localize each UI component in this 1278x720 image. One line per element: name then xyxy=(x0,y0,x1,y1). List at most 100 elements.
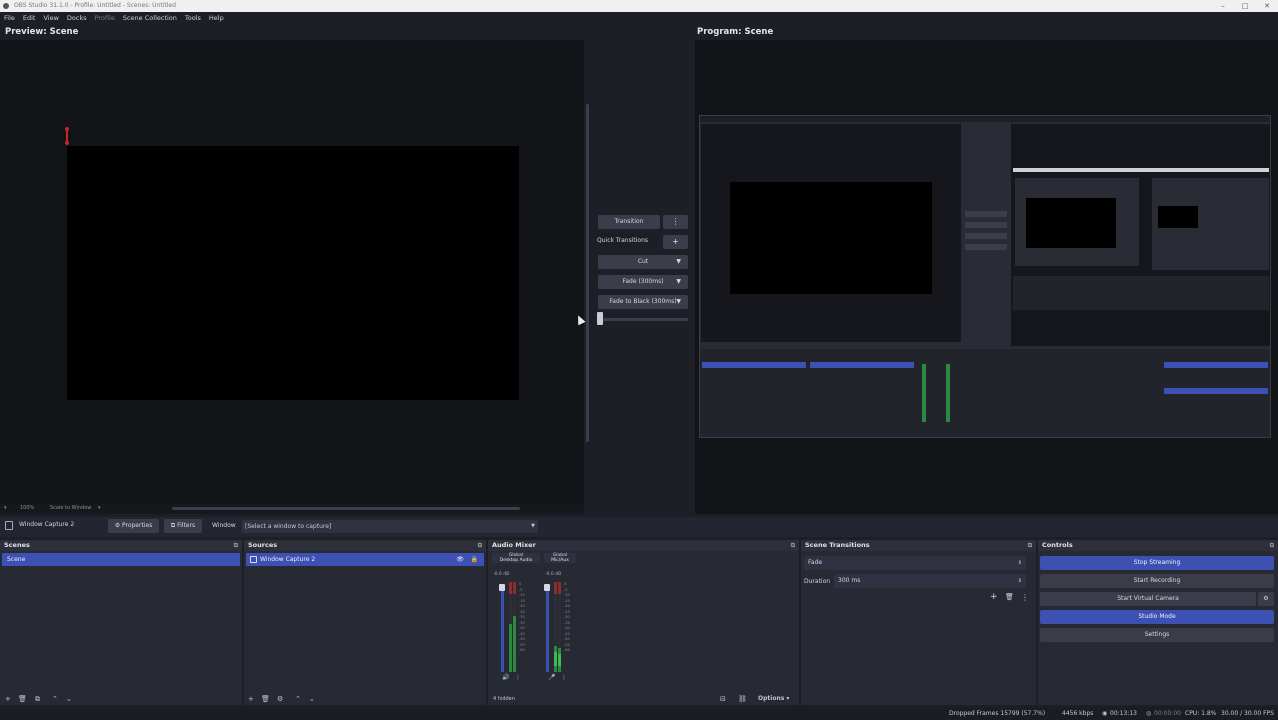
window-title-bar: OBS Studio 31.1.0 - Profile: Untitled - … xyxy=(0,0,1278,12)
spin-icon: ⇕ xyxy=(1017,578,1022,584)
stream-time: 00:13:13 xyxy=(1110,710,1137,717)
start-virtual-camera-button[interactable]: Start Virtual Camera xyxy=(1040,592,1256,606)
speaker-icon[interactable]: 🔊 xyxy=(502,674,509,681)
preview-title: Preview: Scene xyxy=(5,27,79,37)
undock-icon[interactable]: ⧉ xyxy=(478,540,482,551)
channel-name[interactable]: Desktop Audio xyxy=(492,558,540,563)
source-item[interactable]: Window Capture 2 👁 🔒 xyxy=(246,553,484,566)
add-quick-transition-icon[interactable]: + xyxy=(663,235,688,249)
scene-item[interactable]: Scene xyxy=(2,553,240,566)
remove-source-icon[interactable]: 🗑 xyxy=(261,693,270,705)
fps: 30.00 / 30.00 FPS xyxy=(1221,710,1274,717)
visibility-eye-icon[interactable]: 👁 xyxy=(456,553,464,566)
minimize-icon[interactable]: – xyxy=(1212,0,1234,12)
close-icon[interactable]: ✕ xyxy=(1256,0,1278,12)
volume-fader-knob[interactable] xyxy=(499,584,505,591)
move-down-icon[interactable]: ⌄ xyxy=(66,693,72,705)
sources-footer: + 🗑 ⚙ ⌃ ⌄ xyxy=(244,693,486,705)
menu-tools[interactable]: Tools xyxy=(181,12,205,24)
volume-fader-knob[interactable] xyxy=(544,584,550,591)
undock-icon[interactable]: ⧉ xyxy=(234,540,238,551)
sources-dock-header: Sources ⧉ xyxy=(244,540,486,551)
cpu-usage: CPU: 1.8% xyxy=(1185,710,1217,717)
transition-select[interactable]: Fade ⇕ xyxy=(804,556,1026,570)
channel-db: -0.0 dB xyxy=(545,572,562,577)
menu-view[interactable]: View xyxy=(39,12,62,24)
menu-edit[interactable]: Edit xyxy=(19,12,40,24)
undock-icon[interactable]: ⧉ xyxy=(791,540,795,551)
window-capture-icon xyxy=(250,556,257,563)
audio-mixer-dock: Audio Mixer ⧉ Global Desktop Audio -0.0 d… xyxy=(488,540,799,705)
zoom-mode-caret-icon[interactable]: ▾ xyxy=(98,505,101,511)
audio-mixer-header: Audio Mixer ⧉ xyxy=(488,540,799,551)
preview-horizontal-scrollbar[interactable] xyxy=(172,507,520,510)
channel-menu-icon[interactable]: ⋮ xyxy=(515,674,521,681)
window-label: Window xyxy=(212,522,236,529)
mixer-link-icon[interactable]: ⛓ xyxy=(738,693,747,705)
level-meter xyxy=(558,582,561,672)
move-down-icon[interactable]: ⌄ xyxy=(309,693,315,705)
virtual-camera-settings-icon[interactable]: ⚙ xyxy=(1258,592,1274,606)
caret-down-icon: ▼ xyxy=(676,298,681,305)
maximize-icon[interactable]: □ xyxy=(1234,0,1256,12)
scene-filters-icon[interactable]: ⧉ xyxy=(35,693,40,705)
bitrate: 4456 kbps xyxy=(1062,710,1094,717)
zoom-level[interactable]: 100% xyxy=(20,505,34,511)
menu-docks[interactable]: Docks xyxy=(63,12,91,24)
spin-icon: ⇕ xyxy=(1017,560,1022,566)
add-transition-icon[interactable]: + xyxy=(990,592,998,602)
window-capture-icon xyxy=(5,521,13,530)
controls-header: Controls ⧉ xyxy=(1038,540,1278,551)
remove-transition-icon[interactable]: 🗑 xyxy=(1005,593,1014,601)
zoom-mode[interactable]: Scale to Window xyxy=(50,505,91,511)
zoom-down-icon[interactable]: ▾ xyxy=(4,505,7,511)
undock-icon[interactable]: ⧉ xyxy=(1028,540,1032,551)
studio-mode-button[interactable]: Studio Mode xyxy=(1040,610,1274,624)
menu-profile[interactable]: Profile xyxy=(91,12,119,24)
gear-icon: ⚙ xyxy=(114,522,122,529)
hidden-count: 4 hidden xyxy=(493,696,515,702)
add-scene-icon[interactable]: + xyxy=(5,693,11,705)
channel-menu-icon[interactable]: ⋮ xyxy=(561,674,567,681)
channel-name[interactable]: Mic/Aux xyxy=(544,558,576,563)
transform-handle[interactable] xyxy=(65,127,69,145)
preview-vertical-scrollbar[interactable] xyxy=(586,104,589,442)
properties-button[interactable]: ⚙ Properties xyxy=(108,519,159,533)
start-recording-button[interactable]: Start Recording xyxy=(1040,574,1274,588)
quick-transition-cut[interactable]: Cut ▼ xyxy=(598,255,688,269)
transition-button[interactable]: Transition xyxy=(598,215,660,229)
meter-scale: 0 -5 -10 -15 -20 -25 -30 -35 -40 -45 -50 -55 -60 xyxy=(564,582,570,652)
window-select[interactable]: [Select a window to capture] ▼ xyxy=(242,520,538,533)
scene-transitions-dock: Scene Transitions ⧉ Fade ⇕ Duration 300 ms… xyxy=(801,540,1036,705)
add-source-icon[interactable]: + xyxy=(248,693,254,705)
quick-transition-fade-to-black[interactable]: Fade to Black (300ms) ▼ xyxy=(598,295,688,309)
duration-input[interactable]: 300 ms ⇕ xyxy=(834,574,1026,588)
menu-scene-collection[interactable]: Scene Collection xyxy=(119,12,181,24)
volume-fader-track[interactable] xyxy=(501,584,504,672)
settings-button[interactable]: Settings xyxy=(1040,628,1274,642)
t-bar-handle[interactable] xyxy=(597,312,603,325)
transition-properties-icon[interactable]: ⋮ xyxy=(1021,593,1029,602)
move-up-icon[interactable]: ⌃ xyxy=(52,693,58,705)
stop-streaming-button[interactable]: Stop Streaming xyxy=(1040,556,1274,570)
undock-icon[interactable]: ⧉ xyxy=(1270,540,1274,551)
scene-transitions-header: Scene Transitions ⧉ xyxy=(801,540,1036,551)
stream-indicator-icon: ◉ xyxy=(1102,710,1108,717)
filters-button[interactable]: ⧉ Filters xyxy=(164,519,202,533)
transition-more-icon[interactable]: ⋮ xyxy=(663,215,688,229)
menu-file[interactable]: File xyxy=(0,12,19,24)
microphone-icon[interactable]: 🎤 xyxy=(548,674,555,681)
lock-icon[interactable]: 🔒 xyxy=(471,553,478,566)
source-properties-icon[interactable]: ⚙ xyxy=(277,693,283,705)
volume-fader-track[interactable] xyxy=(546,584,549,672)
mixer-channel-mic: Global Mic/Aux xyxy=(544,553,576,563)
quick-transition-fade[interactable]: Fade (300ms) ▼ xyxy=(598,275,688,289)
preview-source-capture[interactable] xyxy=(67,146,519,400)
mixer-options-button[interactable]: Options ▾ xyxy=(758,693,789,705)
mixer-footer: 4 hidden ⊟ ⛓ Options ▾ xyxy=(488,693,799,705)
mixer-vertical-layout-icon[interactable]: ⊟ xyxy=(720,693,726,705)
move-up-icon[interactable]: ⌃ xyxy=(295,693,301,705)
menu-help[interactable]: Help xyxy=(205,12,228,24)
remove-scene-icon[interactable]: 🗑 xyxy=(18,693,27,705)
t-bar-track[interactable] xyxy=(598,318,688,321)
